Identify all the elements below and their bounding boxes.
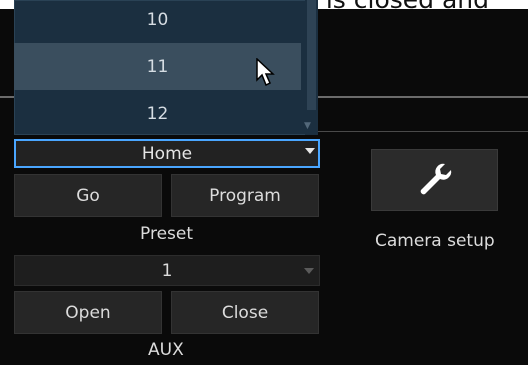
go-button-label: Go — [76, 185, 100, 206]
aux-close-button[interactable]: Close — [171, 291, 319, 334]
aux-label: AUX — [148, 340, 184, 360]
preset-label: Preset — [140, 224, 194, 244]
chevron-down-icon — [304, 268, 314, 274]
preset-select-value: Home — [141, 143, 193, 164]
program-button-label: Program — [209, 185, 281, 206]
dropdown-scrollbar-thumb[interactable] — [307, 0, 316, 110]
divider — [318, 131, 528, 132]
camera-setup-button[interactable] — [371, 149, 498, 211]
scroll-down-arrow-icon[interactable]: ▼ — [304, 121, 311, 131]
camera-setup-label: Camera setup — [375, 231, 495, 251]
preset-select[interactable]: Home — [14, 139, 320, 168]
dropdown-item[interactable]: 10 — [14, 0, 301, 40]
aux-open-button[interactable]: Open — [14, 291, 162, 334]
aux-select[interactable]: 1 — [14, 255, 320, 286]
aux-open-label: Open — [65, 302, 111, 323]
aux-select-value: 1 — [161, 260, 173, 281]
dropdown-item[interactable]: 12 — [14, 92, 301, 136]
dropdown-item-label: 10 — [146, 10, 169, 30]
chevron-down-icon — [305, 148, 315, 154]
mouse-cursor-icon — [256, 58, 275, 87]
program-button[interactable]: Program — [171, 174, 319, 217]
dropdown-item-label: 12 — [146, 104, 169, 124]
dropdown-item-label: 11 — [146, 56, 169, 77]
aux-close-label: Close — [221, 302, 269, 323]
wrench-icon — [420, 163, 451, 195]
go-button[interactable]: Go — [14, 174, 162, 217]
